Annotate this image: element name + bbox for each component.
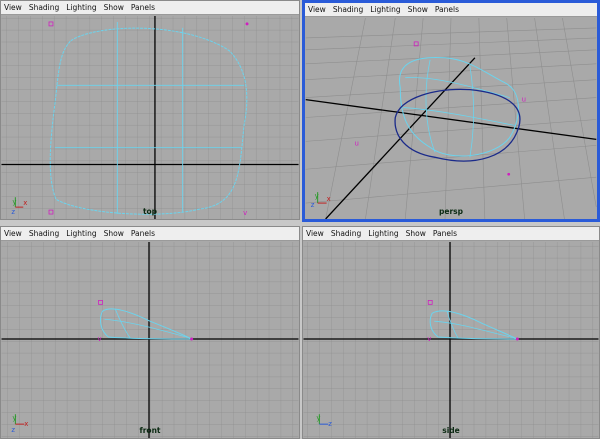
menu-show[interactable]: Show [104,229,124,238]
camera-label: front [139,426,161,435]
menu-lighting[interactable]: Lighting [66,3,96,12]
menu-shading[interactable]: Shading [333,5,363,14]
svg-text:x: x [327,195,331,203]
menu-show[interactable]: Show [406,229,426,238]
menu-view[interactable]: View [4,3,22,12]
cv-handle [245,22,249,26]
menu-panels[interactable]: Panels [131,3,155,12]
menu-shading[interactable]: Shading [29,229,59,238]
viewport-canvas[interactable]: v y x z front [1,242,299,438]
camera-label: top [142,207,158,216]
viewport-menubar: View Shading Lighting Show Panels [305,3,597,17]
menu-shading[interactable]: Shading [29,3,59,12]
svg-text:y: y [12,198,16,206]
menu-show[interactable]: Show [104,3,124,12]
cv-handle [507,172,511,176]
viewport-canvas[interactable]: v y z side [303,242,599,438]
menu-lighting[interactable]: Lighting [370,5,400,14]
menu-lighting[interactable]: Lighting [66,229,96,238]
menu-panels[interactable]: Panels [131,229,155,238]
camera-label: side [442,426,460,435]
menu-panels[interactable]: Panels [435,5,459,14]
cv-handle: u [522,96,526,104]
menu-show[interactable]: Show [408,5,428,14]
cv-handle: v [98,335,102,343]
menu-view[interactable]: View [306,229,324,238]
viewport-canvas[interactable]: u u y x z persp [305,18,597,219]
viewport-side[interactable]: View Shading Lighting Show Panels v y z … [302,226,600,439]
camera-label: persp [439,207,463,216]
cv-handle: u [354,139,358,147]
viewport-menubar: View Shading Lighting Show Panels [1,227,299,241]
svg-text:y: y [315,192,319,200]
side-view-scene[interactable]: v y z [303,242,599,438]
viewport-canvas[interactable]: v y x z top [1,16,299,219]
viewport-menubar: View Shading Lighting Show Panels [1,1,299,15]
menu-lighting[interactable]: Lighting [368,229,398,238]
persp-view-scene[interactable]: u u y x z [305,18,597,219]
top-view-scene[interactable]: v y x z [1,16,299,219]
cv-handle [190,337,194,341]
viewport-front[interactable]: View Shading Lighting Show Panels v y x … [0,226,300,439]
viewport-persp[interactable]: View Shading Lighting Show Panels u u y … [302,0,600,222]
svg-text:x: x [23,199,27,207]
menu-shading[interactable]: Shading [331,229,361,238]
front-view-scene[interactable]: v y x z [1,242,299,438]
svg-text:y: y [12,414,16,422]
menu-view[interactable]: View [308,5,326,14]
menu-view[interactable]: View [4,229,22,238]
viewport-menubar: View Shading Lighting Show Panels [303,227,599,241]
viewport-top[interactable]: View Shading Lighting Show Panels v y x … [0,0,300,220]
svg-text:y: y [316,414,320,422]
cv-handle: v [427,335,431,343]
cv-handle [515,337,519,341]
menu-panels[interactable]: Panels [433,229,457,238]
